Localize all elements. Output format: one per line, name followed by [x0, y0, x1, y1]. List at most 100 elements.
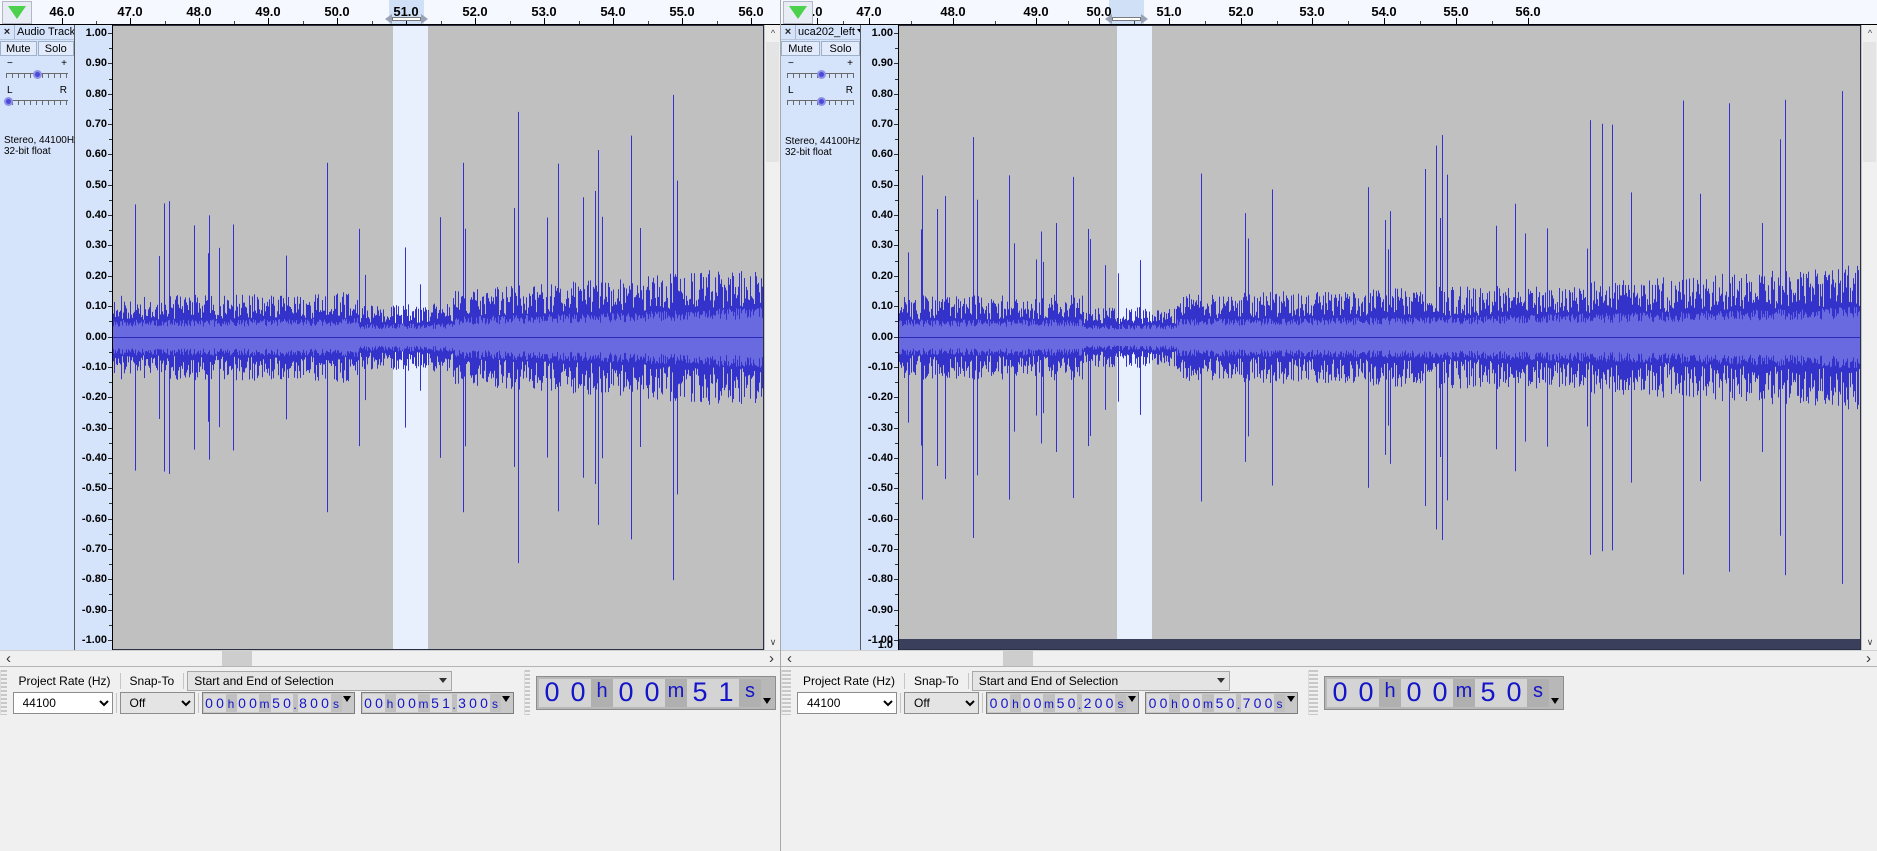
- time-digit-hours[interactable]: 0: [988, 693, 999, 712]
- time-digit-milliseconds[interactable]: 0: [1104, 693, 1115, 712]
- toolbar-grip-right[interactable]: [781, 670, 791, 715]
- time-digit-milliseconds[interactable]: 0: [1252, 693, 1263, 712]
- selection-mode-dropdown-left[interactable]: Start and End of Selection: [187, 670, 453, 691]
- time-field-dropdown-icon[interactable]: [1126, 693, 1137, 712]
- mute-button-left[interactable]: Mute: [0, 41, 37, 56]
- time-digit-milliseconds[interactable]: 0: [467, 693, 479, 712]
- scroll-up-button-left[interactable]: ^: [765, 25, 780, 41]
- scroll-left-button-right[interactable]: [781, 651, 798, 667]
- selection-grip-left-icon[interactable]: [1105, 13, 1112, 24]
- pan-slider-left[interactable]: L R: [0, 80, 74, 107]
- time-digit-seconds[interactable]: 5: [429, 693, 441, 712]
- waveform-display-left[interactable]: [113, 25, 764, 650]
- time-digit-seconds[interactable]: 1: [713, 677, 739, 707]
- time-digit-minutes[interactable]: 0: [1021, 693, 1032, 712]
- ruler-selection-handle[interactable]: [385, 13, 428, 24]
- ruler-selection-handle[interactable]: [1105, 13, 1148, 24]
- time-digit-milliseconds[interactable]: 0: [1263, 693, 1274, 712]
- gain-slider-left[interactable]: − +: [0, 56, 74, 80]
- vertical-scrollbar-right[interactable]: ^ ∨: [1861, 25, 1877, 650]
- time-digit-hours[interactable]: 0: [999, 693, 1010, 712]
- pan-slider-right[interactable]: L R: [781, 80, 860, 107]
- time-digit-seconds[interactable]: 5: [687, 677, 713, 707]
- scroll-right-button-right[interactable]: [1860, 651, 1877, 667]
- track-control-panel-left[interactable]: × Audio Track Mute Solo − + L R Stereo, …: [0, 25, 79, 650]
- time-digit-hours[interactable]: 0: [1147, 693, 1158, 712]
- time-digit-seconds[interactable]: 0: [1066, 693, 1077, 712]
- track-control-panel-right[interactable]: × uca202_left Mute Solo − + L R Stereo, …: [781, 25, 861, 650]
- pan-slider-thumb-right[interactable]: [816, 97, 826, 106]
- time-digit-seconds[interactable]: 5: [270, 693, 282, 712]
- time-digit-hours[interactable]: 0: [362, 693, 374, 712]
- project-rate-select-right[interactable]: 44100: [797, 691, 897, 714]
- time-digit-minutes[interactable]: 0: [395, 693, 407, 712]
- vertical-scroll-thumb-left[interactable]: [766, 42, 779, 162]
- scroll-left-button-left[interactable]: [0, 651, 17, 667]
- time-digit-milliseconds[interactable]: 0: [319, 693, 331, 712]
- gain-slider-thumb-left[interactable]: [33, 70, 42, 79]
- project-rate-select-left[interactable]: 44100: [12, 691, 113, 714]
- snap-to-select-right[interactable]: Off: [904, 691, 979, 714]
- scroll-up-button-right[interactable]: ^: [1862, 25, 1877, 41]
- horizontal-scroll-rail-left[interactable]: [17, 650, 763, 667]
- time-digit-minutes[interactable]: 0: [1032, 693, 1043, 712]
- scroll-right-button-left[interactable]: [763, 651, 780, 667]
- time-digit-minutes[interactable]: 0: [1180, 693, 1191, 712]
- pinned-play-head-button-right[interactable]: [783, 1, 813, 24]
- time-digit-hours[interactable]: 0: [373, 693, 385, 712]
- gain-slider-right[interactable]: − +: [781, 56, 860, 80]
- time-digit-minutes[interactable]: 0: [247, 693, 259, 712]
- horizontal-scroll-rail-right[interactable]: [798, 650, 1860, 667]
- time-field-dropdown-icon[interactable]: [1549, 678, 1561, 707]
- time-digit-minutes[interactable]: 0: [1401, 677, 1427, 707]
- toolbar-grip-audio-position-left[interactable]: [523, 670, 530, 715]
- toolbar-grip-left[interactable]: [0, 670, 7, 715]
- time-digit-minutes[interactable]: 0: [613, 677, 639, 707]
- vertical-scrollbar-left[interactable]: ^ ∨: [764, 25, 780, 650]
- gain-slider-thumb-right[interactable]: [816, 70, 826, 79]
- time-digit-seconds[interactable]: 1: [440, 693, 452, 712]
- time-digit-seconds[interactable]: 5: [1475, 677, 1501, 707]
- vertical-amplitude-ruler-right[interactable]: 1.00 0.90 0.80 0.70 0.60 0.50 0.40 0.30 0.20 0.10…: [861, 25, 899, 650]
- time-digit-milliseconds[interactable]: 3: [456, 693, 468, 712]
- toolbar-grip-audio-position-right[interactable]: [1308, 670, 1318, 715]
- selection-mode-dropdown-right[interactable]: Start and End of Selection: [971, 670, 1230, 691]
- timeline-ruler-left[interactable]: 46.0 47.0 48.0 49.0 50.0 51.0 52.0 53.0 54.0 55.0…: [0, 0, 780, 25]
- time-digit-seconds[interactable]: 5: [1055, 693, 1066, 712]
- horizontal-scrollbar-left[interactable]: [0, 650, 780, 667]
- time-digit-milliseconds[interactable]: 7: [1241, 693, 1252, 712]
- track-name-dropdown-left[interactable]: Audio Track: [15, 25, 74, 39]
- horizontal-scroll-thumb-right[interactable]: [1003, 650, 1033, 667]
- time-digit-hours[interactable]: 0: [214, 693, 226, 712]
- time-digit-hours[interactable]: 0: [1158, 693, 1169, 712]
- selection-start-timefield-right[interactable]: 00h00m50.200s: [986, 691, 1139, 714]
- solo-button-left[interactable]: Solo: [37, 41, 74, 56]
- time-digit-milliseconds[interactable]: 0: [1093, 693, 1104, 712]
- time-digit-hours[interactable]: 0: [539, 677, 565, 707]
- mute-button-right[interactable]: Mute: [781, 41, 820, 56]
- time-digit-milliseconds[interactable]: 0: [308, 693, 320, 712]
- time-field-dropdown-icon[interactable]: [500, 693, 512, 712]
- timeline-ruler-right[interactable]: .0 47.0 48.0 49.0 50.0 51.0 52.0 53.0 54.0 55.0 56…: [781, 0, 1877, 25]
- time-digit-hours[interactable]: 0: [1327, 677, 1353, 707]
- scroll-down-button-left[interactable]: ∨: [765, 634, 780, 650]
- selection-grip-right-icon[interactable]: [421, 13, 428, 24]
- horizontal-scroll-thumb-left[interactable]: [222, 650, 252, 667]
- selection-handle-bar[interactable]: [1112, 16, 1141, 21]
- selection-grip-right-icon[interactable]: [1141, 13, 1148, 24]
- time-digit-hours[interactable]: 0: [203, 693, 215, 712]
- pinned-play-head-button-left[interactable]: [2, 1, 32, 24]
- selection-end-timefield-left[interactable]: 00h00m51.300s: [360, 691, 514, 714]
- solo-button-right[interactable]: Solo: [821, 41, 860, 56]
- time-digit-milliseconds[interactable]: 2: [1082, 693, 1093, 712]
- time-digit-minutes[interactable]: 0: [1191, 693, 1202, 712]
- selection-handle-bar[interactable]: [392, 16, 421, 21]
- time-digit-hours[interactable]: 0: [565, 677, 591, 707]
- close-track-button-right[interactable]: ×: [781, 25, 796, 39]
- time-field-dropdown-icon[interactable]: [761, 678, 773, 707]
- time-digit-seconds[interactable]: 5: [1214, 693, 1225, 712]
- time-digit-seconds[interactable]: 0: [1225, 693, 1236, 712]
- time-digit-milliseconds[interactable]: 8: [297, 693, 309, 712]
- time-field-dropdown-icon[interactable]: [341, 693, 353, 712]
- time-digit-minutes[interactable]: 0: [406, 693, 418, 712]
